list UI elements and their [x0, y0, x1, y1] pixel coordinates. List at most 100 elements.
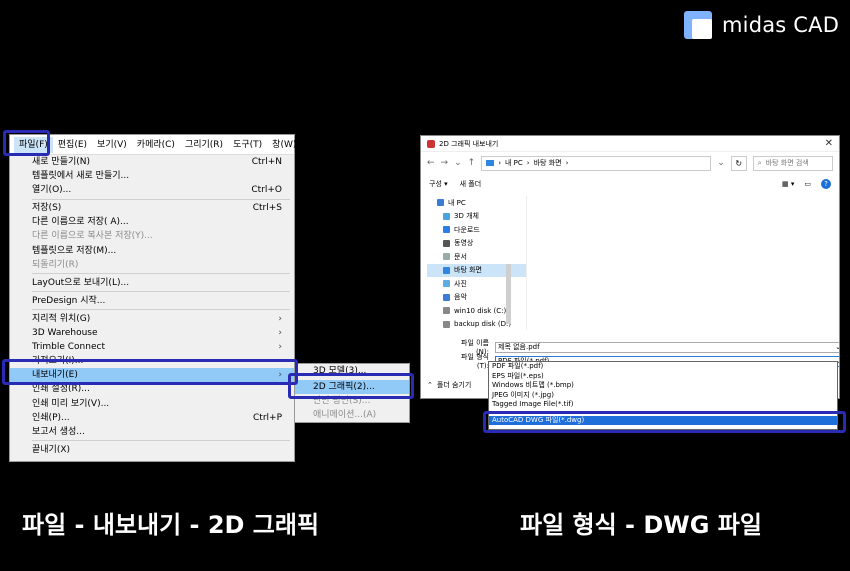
address-dropdown-icon[interactable]: ⌄	[717, 158, 725, 168]
folder-icon	[486, 160, 495, 166]
file-menu-window: 파일(F) 편집(E) 보기(V) 카메라(C) 그리기(R) 도구(T) 창(…	[9, 134, 296, 462]
menu-file[interactable]: 파일(F)	[14, 136, 53, 153]
nav-label: 문서	[454, 252, 467, 261]
refresh-icon[interactable]: ↻	[730, 155, 747, 171]
address-row: ← → ⌄ ↑ › 내 PC › 바탕 화면 › ⌄ ↻ ⌕ 바탕 화면 검색	[421, 152, 839, 174]
menu-item-export[interactable]: 내보내기(E) ›	[10, 368, 294, 383]
breadcrumb-desktop[interactable]: 바탕 화면	[534, 158, 562, 168]
drive-icon	[443, 307, 450, 315]
menu-separator	[32, 291, 290, 293]
search-input[interactable]: ⌕ 바탕 화면 검색	[752, 155, 833, 171]
menu-item-3d-warehouse[interactable]: 3D Warehouse ›	[10, 326, 294, 340]
forward-arrow-icon[interactable]: →	[441, 158, 449, 168]
menu-tools[interactable]: 도구(T)	[228, 137, 267, 153]
search-placeholder: 바탕 화면 검색	[765, 159, 809, 167]
nav-label: win10 disk (C:)	[454, 306, 507, 315]
chevron-right-icon: ›	[278, 342, 282, 353]
dialog-titlebar: 2D 그래픽 내보내기 ✕	[421, 136, 839, 152]
up-arrow-icon[interactable]: ↑	[468, 158, 476, 168]
menu-edit[interactable]: 편집(E)	[53, 137, 92, 153]
shortcut: Ctrl+O	[251, 185, 282, 196]
menu-item-save-as-template[interactable]: 템플릿으로 저장(M)...	[10, 244, 294, 258]
menu-item-label: 인쇄 설정(R)...	[32, 384, 90, 395]
menu-item-new[interactable]: 새로 만들기(N) Ctrl+N	[10, 155, 294, 169]
menu-item-import[interactable]: 가져오기(I)...	[10, 354, 294, 368]
nav-label: 3D 개체	[454, 212, 479, 221]
menu-item-print[interactable]: 인쇄(P)... Ctrl+P	[10, 411, 294, 425]
menu-camera[interactable]: 카메라(C)	[132, 137, 180, 153]
menu-item-print-preview[interactable]: 인쇄 미리 보기(V)...	[10, 397, 294, 411]
menu-item-send-to-layout[interactable]: LayOut으로 보내기(L)...	[10, 276, 294, 290]
search-icon: ⌕	[757, 158, 762, 167]
breadcrumb-my-pc[interactable]: 내 PC	[505, 158, 523, 168]
filename-input[interactable]: 제목 없음.pdf ⌄	[495, 341, 839, 353]
nav-label: 음악	[454, 293, 467, 302]
menu-item-label: 템플릿으로 저장(M)...	[32, 245, 117, 256]
menu-item-label: 인쇄(P)...	[32, 412, 70, 423]
menu-item-label: Trimble Connect	[32, 342, 105, 353]
address-bar[interactable]: › 내 PC › 바탕 화면 ›	[481, 155, 712, 171]
chevron-down-icon: ⌄	[835, 343, 839, 351]
shortcut: Ctrl+P	[253, 412, 282, 423]
organize-button[interactable]: 구성 ▾	[429, 179, 448, 189]
menu-item-exit[interactable]: 끝내기(X)	[10, 443, 294, 457]
menu-item-geo-location[interactable]: 지리적 위치(G) ›	[10, 312, 294, 326]
filetype-option-dwg[interactable]: AutoCAD DWG 파일(*.dwg)	[489, 415, 837, 425]
menu-item-generate-report[interactable]: 보고서 생성...	[10, 425, 294, 439]
filetype-dropdown-list: PDF 파일(*.pdf) EPS 파일(*.eps) Windows 비트맵 …	[488, 361, 838, 430]
menu-item-label: 되돌리기(R)	[32, 259, 79, 270]
filetype-option-eps[interactable]: EPS 파일(*.eps)	[489, 372, 837, 382]
menu-item-new-from-template[interactable]: 템플릿에서 새로 만들기...	[10, 169, 294, 183]
submenu-item-2d-graphic[interactable]: 2D 그래픽(2)...	[295, 380, 409, 394]
help-icon[interactable]: ?	[821, 179, 831, 189]
close-icon[interactable]: ✕	[825, 138, 833, 149]
download-icon	[443, 226, 450, 234]
cube-icon	[443, 212, 450, 220]
view-options-icon[interactable]: ▦ ▾	[782, 180, 794, 188]
menu-item-label: 다른 이름으로 복사본 저장(Y)...	[32, 231, 153, 242]
menu-item-label: 새로 만들기(N)	[32, 157, 91, 167]
filetype-option-tif[interactable]: Tagged Image File(*.tif)	[489, 400, 837, 410]
filetype-label: 파일 형식(T):	[461, 353, 489, 370]
chevron-up-icon: ⌃	[427, 381, 433, 389]
dialog-title: 2D 그래픽 내보내기	[439, 139, 499, 148]
menu-item-open[interactable]: 열기(O)... Ctrl+O	[10, 183, 294, 197]
menu-window[interactable]: 창(W)	[267, 137, 301, 153]
pane-toggle-icon[interactable]: ▭	[804, 180, 811, 188]
menu-item-label: 3D Warehouse	[32, 328, 98, 339]
menu-item-print-setup[interactable]: 인쇄 설정(R)...	[10, 382, 294, 396]
organize-label: 구성	[429, 180, 442, 188]
nav-label: 내 PC	[448, 198, 466, 207]
music-icon	[443, 293, 450, 301]
submenu-item-3d-model[interactable]: 3D 모델(3)...	[295, 364, 409, 378]
hide-folders-toggle[interactable]: ⌃ 폴더 숨기기	[427, 380, 471, 390]
menu-item-save-copy-as: 다른 이름으로 복사본 저장(Y)...	[10, 229, 294, 243]
menu-separator	[32, 440, 290, 442]
filetype-option-bmp[interactable]: Windows 비트맵 (*.bmp)	[489, 381, 837, 391]
menu-draw[interactable]: 그리기(R)	[180, 137, 228, 153]
dropdown-caret-icon[interactable]: ⌄	[454, 158, 462, 168]
menu-item-label: 끝내기(X)	[32, 444, 71, 455]
new-folder-button[interactable]: 새 폴더	[460, 179, 482, 189]
filetype-option-pdf[interactable]: PDF 파일(*.pdf)	[489, 362, 837, 372]
menu-separator	[32, 309, 290, 311]
caption-right: 파일 형식 - DWG 파일	[520, 511, 762, 539]
file-list-area	[509, 196, 839, 330]
back-arrow-icon[interactable]: ←	[427, 158, 435, 168]
nav-label: 다운로드	[454, 225, 480, 234]
menubar: 파일(F) 편집(E) 보기(V) 카메라(C) 그리기(R) 도구(T) 창(…	[10, 135, 296, 155]
menu-item-trimble-connect[interactable]: Trimble Connect ›	[10, 340, 294, 354]
nav-label: backup disk (D:)	[454, 320, 512, 329]
menu-item-predesign[interactable]: PreDesign 시작...	[10, 294, 294, 308]
menu-item-save[interactable]: 저장(S) Ctrl+S	[10, 201, 294, 215]
filetype-option-jpg[interactable]: JPEG 이미지 (*.jpg)	[489, 391, 837, 401]
dialog-toolbar: 구성 ▾ 새 폴더 ▦ ▾ ▭ ?	[421, 174, 839, 194]
menu-item-save-as[interactable]: 다른 이름으로 저장( A)...	[10, 215, 294, 229]
menu-item-label: 템플릿에서 새로 만들기...	[32, 171, 130, 182]
menu-item-label: 저장(S)	[32, 203, 62, 214]
menu-item-label: PreDesign 시작...	[32, 295, 106, 306]
document-icon	[443, 253, 450, 261]
menu-view[interactable]: 보기(V)	[92, 137, 132, 153]
export-2d-dialog: 2D 그래픽 내보내기 ✕ ← → ⌄ ↑ › 내 PC › 바탕 화면 › ⌄…	[420, 135, 840, 399]
chevron-right-icon: ›	[278, 370, 282, 381]
